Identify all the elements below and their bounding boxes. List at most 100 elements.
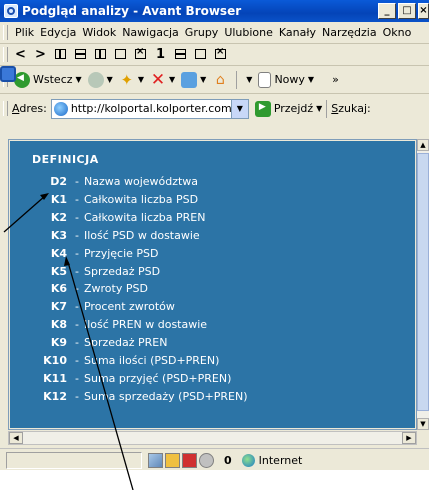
close-all-icon[interactable] [132,46,149,62]
flash-icon[interactable] [165,452,180,468]
menu-nawigacja[interactable]: Nawigacja [119,26,182,39]
definition-label: Suma ilości (PSD+PREN) [83,354,220,367]
menu-kanaly[interactable]: Kanały [276,26,319,39]
cascade-icon[interactable] [112,46,129,62]
tile-windows-icon[interactable] [52,46,69,62]
previous-page-icon[interactable]: < [12,46,29,62]
page-content: DEFINICJA D2- Nazwa województwa K1- Całkowi… [10,141,415,428]
definition-separator: - [75,246,79,260]
definition-code: D2 [50,175,67,188]
minimize-window-icon[interactable] [172,46,189,62]
restore-window-icon[interactable] [192,46,209,62]
definition-separator: - [75,175,79,188]
definition-row: K7- Procent zwrotów [10,300,175,318]
proxy-icon[interactable] [148,452,163,468]
dropdown-arrow-icon[interactable]: ▼ [169,75,175,84]
definition-code: K5 [50,264,67,278]
dropdown-arrow-icon[interactable]: ▼ [200,75,206,84]
definition-code: K1 [50,192,67,206]
main-toolbar: Wstecz ▼ ▼ ✦ ▼ ✕ ▼ ▼ ⌂ ▼ Nowy ▼ [0,66,429,94]
definition-separator: - [75,282,79,296]
toolbar-grip[interactable] [3,25,8,40]
definition-separator: - [75,300,79,314]
tile-horizontal-icon[interactable] [72,46,89,62]
next-page-icon[interactable]: > [32,46,49,62]
scroll-left-icon[interactable]: ◀ [9,432,23,444]
definition-row: K10- Suma ilości (PSD+PREN) [10,354,219,372]
dropdown-arrow-icon[interactable]: ▼ [308,75,314,84]
definition-row: K2- Całkowita liczba PREN [10,211,206,229]
toolbar-separator [326,99,328,118]
minimize-button[interactable]: _ [378,3,396,19]
new-button[interactable]: Nowy ▼ [256,69,316,91]
menu-widok[interactable]: Widok [79,26,119,39]
close-window-icon[interactable] [212,46,229,62]
definition-row: K6- Zwroty PSD [10,282,148,300]
forward-arrow-icon [87,71,104,88]
go-button[interactable]: Przejdź [274,102,313,115]
close-button[interactable]: × [418,3,429,19]
menu-edycja[interactable]: Edycja [37,26,79,39]
definition-row: K4- Przyjęcie PSD [10,247,159,265]
dropdown-arrow-icon[interactable]: ▼ [107,75,113,84]
refresh-icon [181,71,198,88]
definition-label: Przyjęcie PSD [83,246,159,260]
menu-grupy[interactable]: Grupy [182,26,222,39]
definition-label: Całkowita liczba PSD [83,192,199,206]
back-button[interactable]: Wstecz ▼ [12,69,84,91]
definition-row: K1- Całkowita liczba PSD [10,193,198,211]
scroll-down-icon[interactable]: ▼ [417,418,429,430]
toolbar-overflow-chevron[interactable]: » [332,73,339,86]
address-url[interactable]: http://kolportal.kolporter.com.pl [71,102,245,115]
toolbar-grip[interactable] [3,101,8,116]
forward-button[interactable]: ▼ [86,69,115,91]
new-label: Nowy [274,73,305,86]
definition-code: K11 [43,371,67,385]
vertical-scrollbar[interactable]: ▲ ▼ [417,139,429,430]
definition-code: K10 [43,354,67,367]
home-button[interactable]: ⌂ [210,69,230,91]
address-input[interactable]: http://kolportal.kolporter.com.pl ▼ [50,98,249,119]
horizontal-scrollbar[interactable]: ◀ ▶ [8,431,417,445]
menu-okno[interactable]: Okno [380,26,415,39]
page-globe-icon [53,101,68,116]
definition-separator: - [75,318,79,332]
single-window-icon[interactable]: 1 [152,46,169,62]
dropdown-arrow-icon[interactable]: ▼ [76,75,82,84]
popup-blocker-icon[interactable] [182,452,197,468]
definition-label: Suma sprzedaży (PSD+PREN) [83,389,248,403]
definition-row: K12- Suma sprzedaży (PSD+PREN) [10,389,248,408]
toolbar-grip[interactable] [3,46,8,62]
menu-plik[interactable]: Plik [12,26,37,39]
address-label: Adres: [12,102,47,115]
dropdown-arrow-icon[interactable]: ▼ [138,75,144,84]
menu-narzedzia[interactable]: Narzędzia [319,26,380,39]
refresh-button[interactable]: ▼ [179,69,208,91]
scroll-up-icon[interactable]: ▲ [417,139,429,151]
definition-code: K12 [43,389,67,403]
window-list-button[interactable]: ▼ [0,66,254,91]
scroll-thumb[interactable] [417,153,429,411]
back-label: Wstecz [33,73,73,86]
stop-button[interactable]: ✕ ▼ [148,69,177,91]
cookie-icon[interactable] [199,452,214,468]
go-arrow-icon[interactable] [254,100,271,117]
definition-separator: - [75,264,79,278]
internet-zone-icon [241,453,255,467]
status-bar: 0 Internet [0,448,429,470]
search-label[interactable]: Szukaj: [331,102,370,115]
dropdown-arrow-icon[interactable]: ▼ [316,104,322,113]
scroll-right-icon[interactable]: ▶ [402,432,416,444]
favorites-button[interactable]: ✦ ▼ [117,69,146,91]
home-icon: ⌂ [215,71,225,88]
address-dropdown-icon[interactable]: ▼ [230,99,248,118]
definition-label: Ilość PREN w dostawie [83,318,208,332]
maximize-button[interactable]: □ [398,3,416,19]
menu-ulubione[interactable]: Ulubione [221,26,276,39]
definition-label: Procent zwrotów [83,300,175,314]
tile-vertical-icon[interactable] [92,46,109,62]
dropdown-arrow-icon[interactable]: ▼ [246,75,252,84]
definition-label: Sprzedaż PREN [83,336,168,350]
definition-row: K9- Sprzedaż PREN [10,336,168,354]
stop-icon: ✕ [150,69,166,90]
